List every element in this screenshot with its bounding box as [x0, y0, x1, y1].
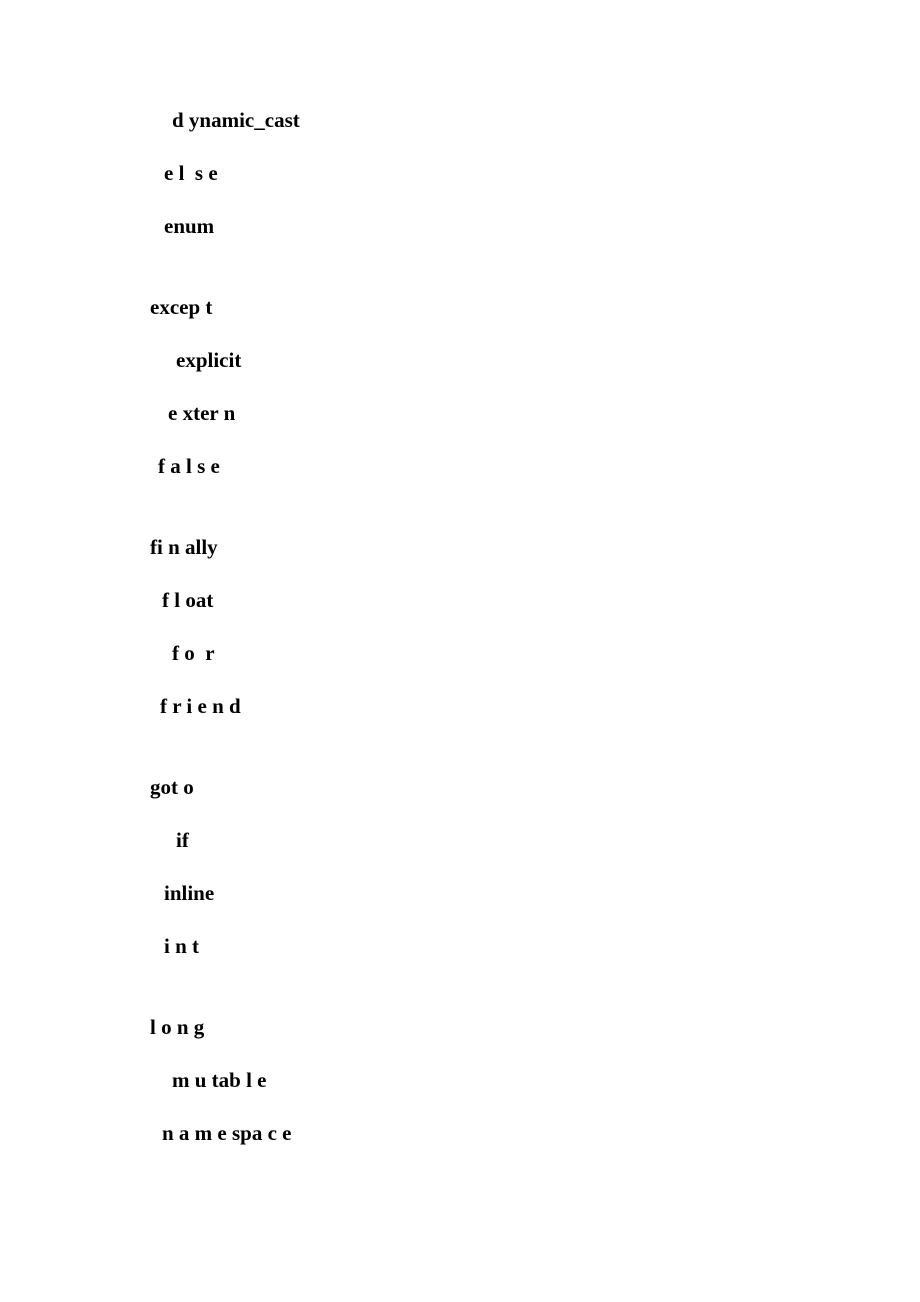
keyword-group: d ynamic_caste l s e enum	[150, 110, 920, 237]
keyword-group: got o if inline i n t	[150, 777, 920, 957]
keyword-group: excep t explicit e xter n f a l s e	[150, 297, 920, 477]
keyword: e l s e	[150, 163, 920, 184]
keyword: l o n g	[150, 1017, 920, 1038]
keyword: inline	[150, 883, 920, 904]
keyword-group: l o n g m u tab l e n a m e spa c e	[150, 1017, 920, 1144]
keyword-group: fi n ally f l oat f o r f r i e n d	[150, 537, 920, 717]
keyword: f l oat	[150, 590, 920, 611]
keyword: fi n ally	[150, 537, 920, 558]
page: d ynamic_caste l s eenumexcep texplicite…	[0, 0, 920, 1144]
keyword: explicit	[150, 350, 920, 371]
keyword: enum	[150, 216, 920, 237]
keyword: n a m e spa c e	[150, 1123, 920, 1144]
keyword: if	[150, 830, 920, 851]
keyword: excep t	[150, 297, 920, 318]
keyword: f r i e n d	[150, 696, 920, 717]
keyword: f o r	[150, 643, 920, 664]
keyword: e xter n	[150, 403, 920, 424]
keyword-list: d ynamic_caste l s eenumexcep texplicite…	[150, 110, 920, 1144]
keyword: got o	[150, 777, 920, 798]
keyword: d ynamic_cast	[150, 110, 920, 131]
keyword: m u tab l e	[150, 1070, 920, 1091]
keyword: f a l s e	[150, 456, 920, 477]
keyword: i n t	[150, 936, 920, 957]
